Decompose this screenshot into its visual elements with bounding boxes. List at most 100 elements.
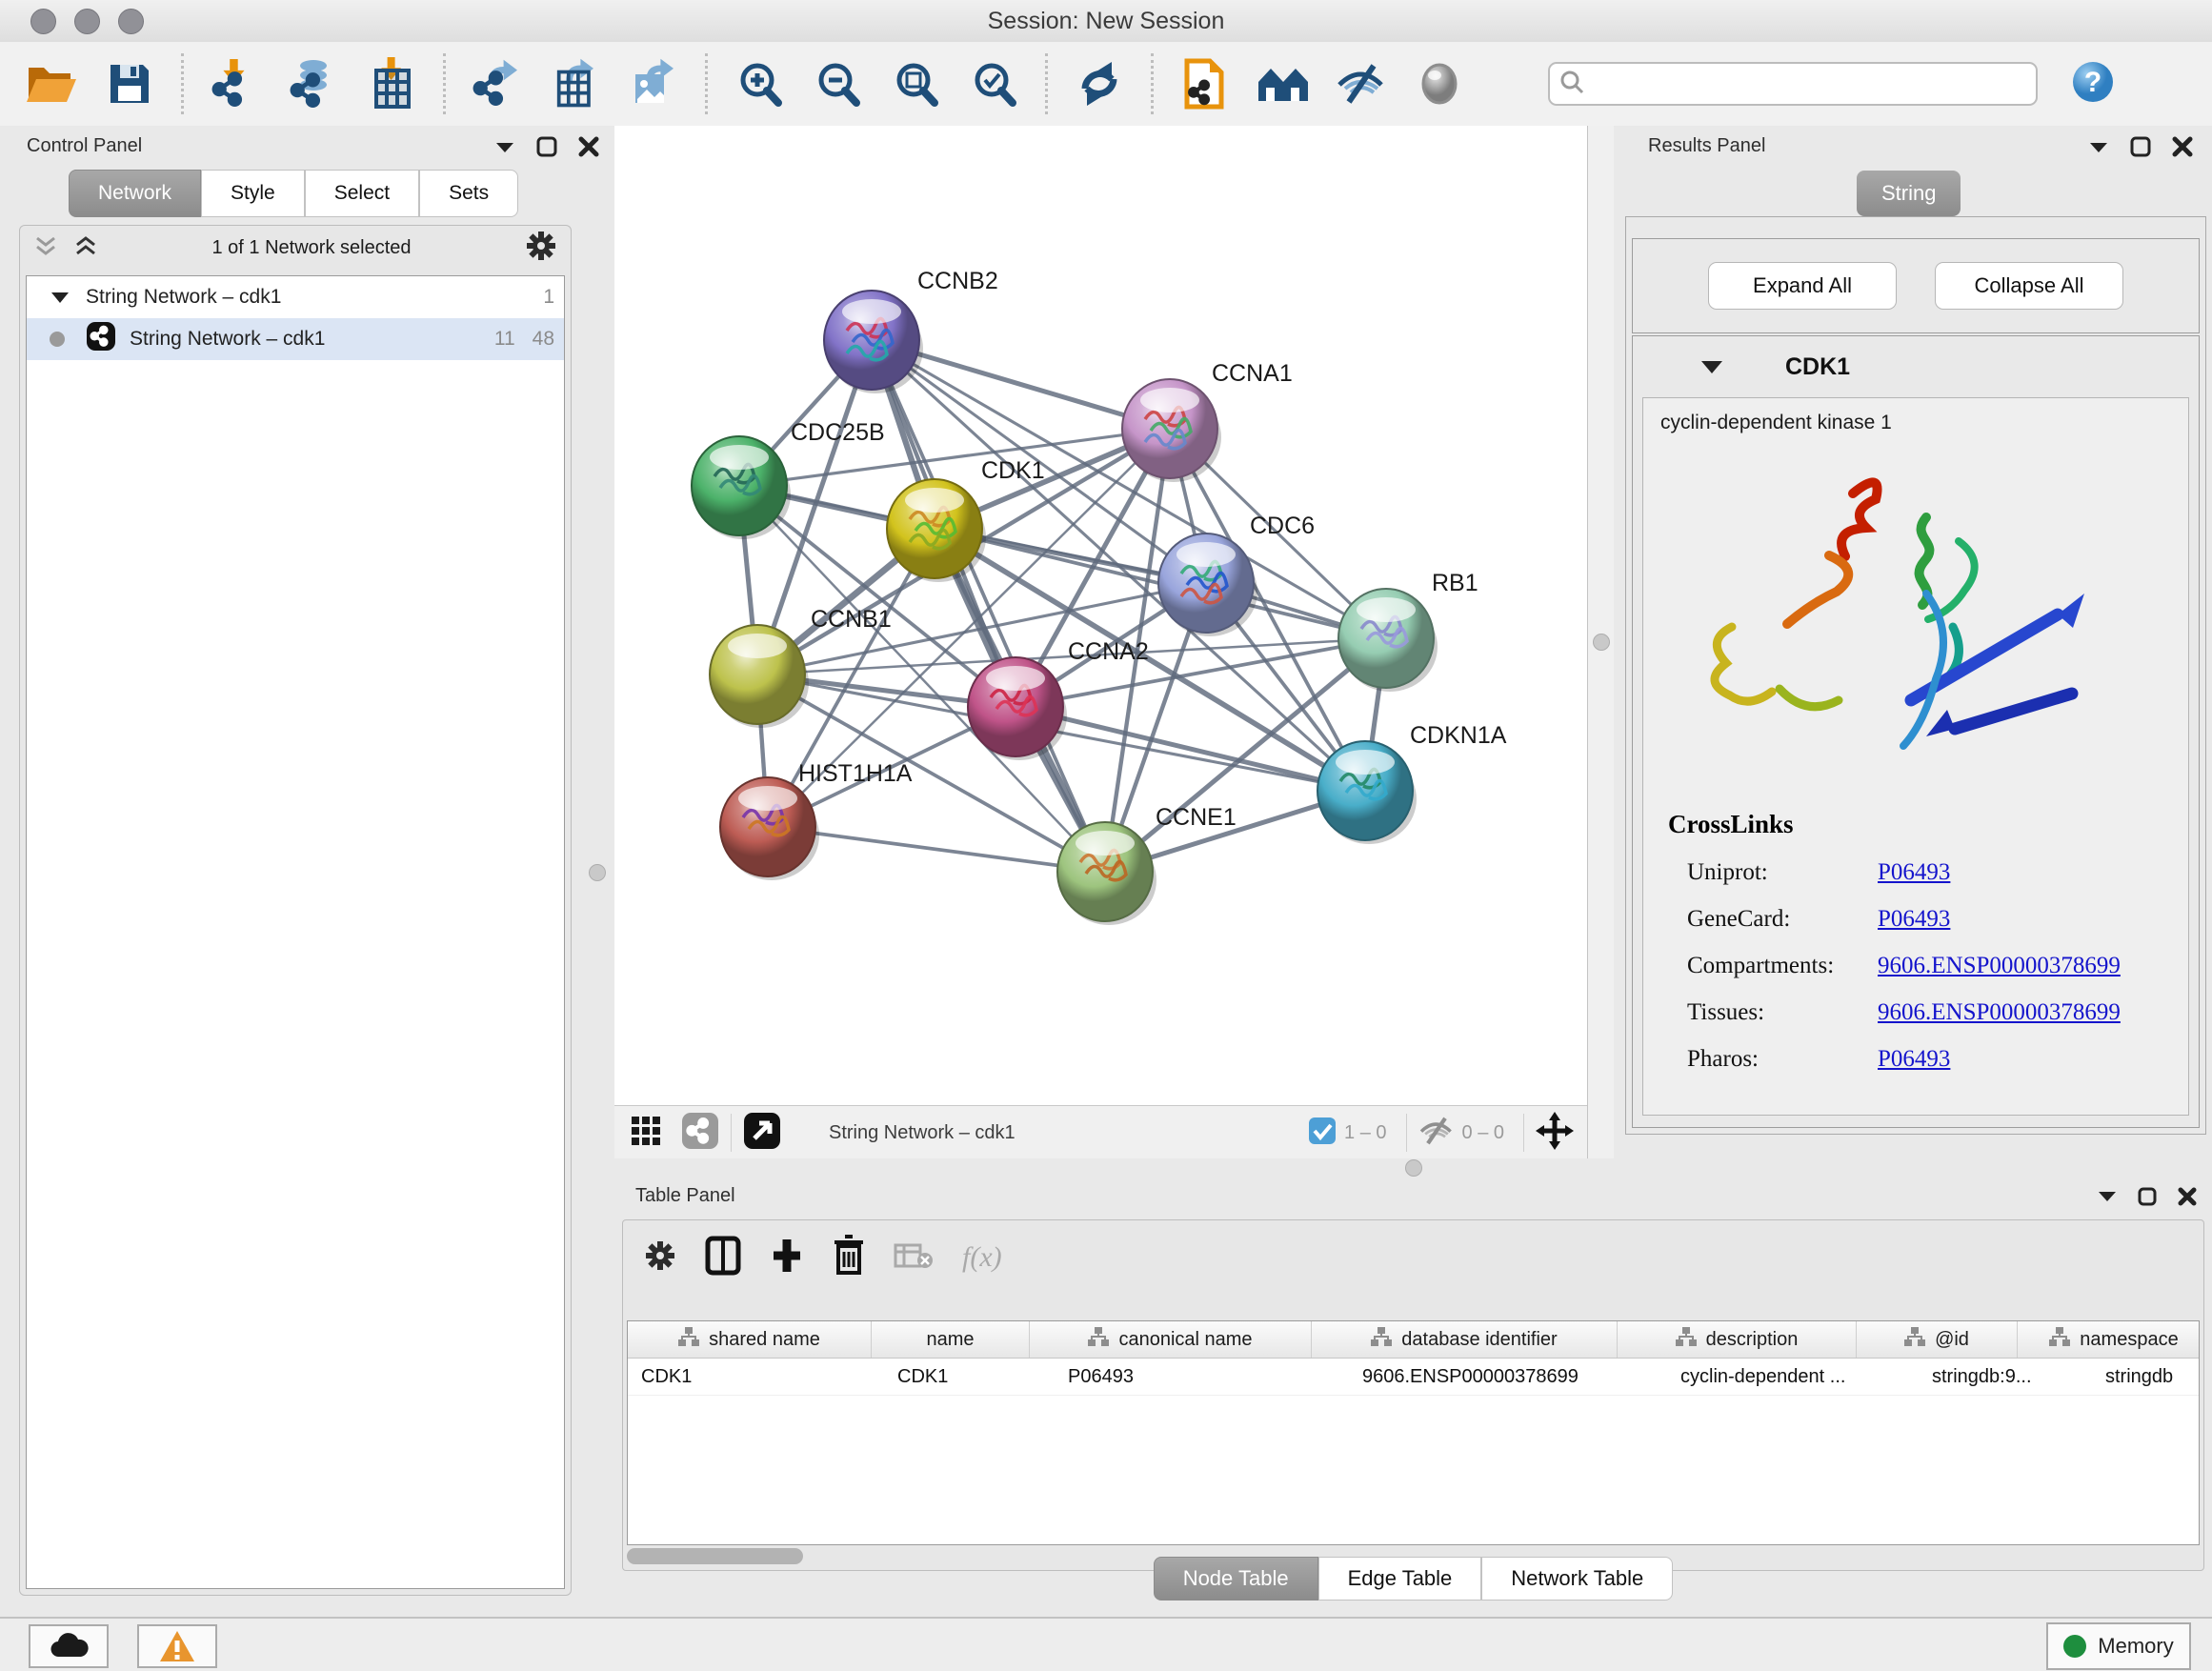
import-network-file-icon[interactable] xyxy=(209,57,262,111)
results-panel-float-icon[interactable] xyxy=(2088,140,2109,153)
show-columns-icon[interactable] xyxy=(705,1236,741,1280)
open-session-icon[interactable] xyxy=(25,57,78,111)
cell-description[interactable]: cyclin-dependent ... xyxy=(1667,1359,1919,1395)
collection-expander-icon xyxy=(50,290,70,305)
cell-namespace[interactable]: stringdb xyxy=(2092,1359,2200,1395)
tab-network-table[interactable]: Network Table xyxy=(1481,1557,1673,1601)
results-panel-title: Results Panel xyxy=(1648,135,1765,157)
column-header-databaseidentifier[interactable]: database identifier xyxy=(1312,1321,1618,1358)
tab-edge-table[interactable]: Edge Table xyxy=(1318,1557,1482,1601)
node-CDKN1A[interactable]: CDKN1A xyxy=(1317,722,1507,844)
grid-view-icon[interactable] xyxy=(630,1115,662,1152)
crosslink-row: GeneCard:P06493 xyxy=(1668,906,2169,933)
table-tabs: Node TableEdge TableNetwork Table xyxy=(614,1557,2212,1601)
node-CCNA1[interactable]: CCNA1 xyxy=(1122,360,1293,482)
zoom-out-icon[interactable] xyxy=(811,57,864,111)
node-CCNB1[interactable]: CCNB1 xyxy=(710,606,892,728)
warnings-button[interactable] xyxy=(137,1624,217,1668)
control-panel-close-icon[interactable] xyxy=(578,136,599,157)
cloud-button[interactable] xyxy=(29,1624,109,1668)
import-network-database-icon[interactable] xyxy=(287,57,340,111)
houses-icon[interactable] xyxy=(1257,57,1310,111)
network-collection-row[interactable]: String Network – cdk1 1 xyxy=(27,276,564,318)
create-column-icon[interactable] xyxy=(770,1236,804,1280)
table-panel: Table Panel f(x) shared xyxy=(614,1178,2212,1617)
network-row[interactable]: String Network – cdk1 11 48 xyxy=(27,318,564,360)
table-panel-close-icon[interactable] xyxy=(2178,1187,2197,1206)
column-type-icon xyxy=(1904,1327,1925,1352)
column-header-name[interactable]: name xyxy=(872,1321,1030,1358)
help-icon[interactable]: ? xyxy=(2072,61,2114,108)
crosslink-link[interactable]: P06493 xyxy=(1878,1046,1950,1072)
control-panel-maximize-icon[interactable] xyxy=(536,136,557,157)
export-table-icon[interactable] xyxy=(549,57,602,111)
tab-string[interactable]: String xyxy=(1857,171,1961,216)
fit-selected-crosshair-icon[interactable] xyxy=(1536,1112,1574,1155)
node-label-CCNA2: CCNA2 xyxy=(1068,638,1149,665)
search-area: ? xyxy=(1548,61,2114,108)
tab-network[interactable]: Network xyxy=(69,170,201,217)
network-canvas[interactable]: CCNB2CCNA1CDC25BCDK1CDC6RB1CCNB1CCNA2CDK… xyxy=(614,126,1587,1105)
delete-column-icon[interactable] xyxy=(833,1235,865,1281)
hidden-eye-slash-icon[interactable] xyxy=(1418,1116,1455,1151)
sphere-icon[interactable] xyxy=(1413,57,1466,111)
table-panel-maximize-icon[interactable] xyxy=(2138,1187,2157,1206)
zoom-selected-icon[interactable] xyxy=(967,57,1020,111)
selected-checkbox-icon[interactable] xyxy=(1308,1117,1337,1150)
file-network-icon[interactable] xyxy=(1178,57,1232,111)
expand-all-networks-icon[interactable] xyxy=(73,233,98,263)
search-icon xyxy=(1559,70,1584,99)
column-header-id[interactable]: @id xyxy=(1857,1321,2018,1358)
eye-slash-icon[interactable] xyxy=(1335,57,1388,111)
results-panel-close-icon[interactable] xyxy=(2172,136,2193,157)
column-header-namespace[interactable]: namespace xyxy=(2018,1321,2200,1358)
zoom-in-icon[interactable] xyxy=(733,57,786,111)
save-session-icon[interactable] xyxy=(103,57,156,111)
control-panel-title: Control Panel xyxy=(27,135,142,157)
column-header-canonicalname[interactable]: canonical name xyxy=(1030,1321,1312,1358)
network-overview-icon[interactable] xyxy=(681,1112,719,1155)
table-row[interactable]: CDK1CDK1P064939606.ENSP00000378699cyclin… xyxy=(628,1359,2199,1396)
gene-section-header[interactable]: CDK1 xyxy=(1633,336,2199,397)
crosslink-link[interactable]: P06493 xyxy=(1878,859,1950,885)
crosslink-link[interactable]: 9606.ENSP00000378699 xyxy=(1878,999,2121,1025)
export-image-icon[interactable] xyxy=(627,57,680,111)
results-panel-maximize-icon[interactable] xyxy=(2130,136,2151,157)
refresh-icon[interactable] xyxy=(1073,57,1126,111)
collapse-all-button[interactable]: Collapse All xyxy=(1935,262,2123,310)
expand-all-button[interactable]: Expand All xyxy=(1708,262,1897,310)
tab-sets[interactable]: Sets xyxy=(419,170,518,217)
tab-select[interactable]: Select xyxy=(305,170,419,217)
search-input[interactable] xyxy=(1584,72,2036,96)
cell-databaseidentifier[interactable]: 9606.ENSP00000378699 xyxy=(1349,1359,1667,1395)
node-CCNB2[interactable]: CCNB2 xyxy=(824,268,998,393)
export-network-icon[interactable] xyxy=(471,57,524,111)
navigator-icon[interactable] xyxy=(743,1112,781,1155)
node-HIST1H1A[interactable]: HIST1H1A xyxy=(720,760,913,880)
cell-name[interactable]: CDK1 xyxy=(884,1359,1055,1395)
tab-style[interactable]: Style xyxy=(201,170,305,217)
cell-id[interactable]: stringdb:9... xyxy=(1919,1359,2092,1395)
control-panel-float-icon[interactable] xyxy=(494,140,515,153)
zoom-fit-icon[interactable] xyxy=(889,57,942,111)
search-box[interactable] xyxy=(1548,62,2038,106)
collapse-all-networks-icon[interactable] xyxy=(33,233,58,263)
panel-splitter-handle[interactable] xyxy=(589,864,606,881)
node-label-CDKN1A: CDKN1A xyxy=(1410,722,1507,749)
tab-node-table[interactable]: Node Table xyxy=(1154,1557,1318,1601)
network-options-gear-icon[interactable] xyxy=(525,230,557,267)
node-table[interactable]: shared namenamecanonical namedatabase id… xyxy=(627,1320,2200,1545)
node-RB1[interactable]: RB1 xyxy=(1338,570,1478,692)
cell-sharedname[interactable]: CDK1 xyxy=(628,1359,884,1395)
import-table-icon[interactable] xyxy=(365,57,418,111)
column-header-sharedname[interactable]: shared name xyxy=(628,1321,872,1358)
vertical-splitter[interactable] xyxy=(1587,126,1616,1174)
column-header-description[interactable]: description xyxy=(1618,1321,1857,1358)
crosslink-link[interactable]: P06493 xyxy=(1878,906,1950,932)
node-CDC6[interactable]: CDC6 xyxy=(1158,513,1315,636)
table-panel-float-icon[interactable] xyxy=(2098,1190,2117,1202)
table-options-gear-icon[interactable] xyxy=(644,1239,676,1277)
cell-canonicalname[interactable]: P06493 xyxy=(1055,1359,1349,1395)
crosslink-link[interactable]: 9606.ENSP00000378699 xyxy=(1878,953,2121,978)
memory-button[interactable]: Memory xyxy=(2046,1622,2191,1670)
